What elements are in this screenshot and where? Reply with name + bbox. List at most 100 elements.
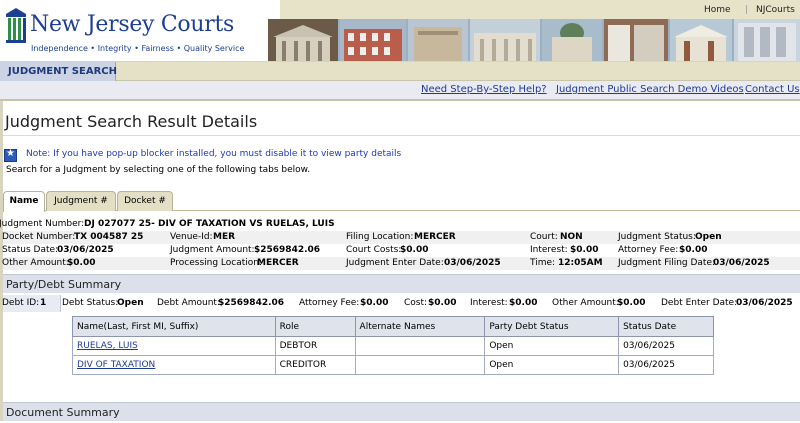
- field-label: Court Costs:: [346, 245, 402, 255]
- alternate-names-cell: [354, 336, 486, 356]
- field-value: 03/06/2025: [736, 298, 793, 308]
- alternate-names-cell: [354, 355, 486, 375]
- field-value: Open: [117, 298, 144, 308]
- field-value: $0.00: [400, 245, 429, 255]
- column-header: Name(Last, First MI, Suffix): [72, 316, 276, 337]
- search-tabs: Name Judgment # Docket #: [3, 191, 800, 212]
- field-label: Interest:: [530, 245, 568, 255]
- field-value: $0.00: [679, 245, 708, 255]
- table-row: RUELAS, LUIS DEBTOR Open 03/06/2025: [72, 336, 714, 356]
- info-star-icon: [4, 148, 17, 162]
- party-table: Name(Last, First MI, Suffix) Role Altern…: [72, 316, 714, 375]
- field-value: MER: [213, 232, 236, 242]
- document-summary-header[interactable]: Document Summary: [3, 402, 800, 421]
- judgment-number-row: Judgment Number: DJ 027077 25- DIV OF TA…: [0, 218, 800, 231]
- field-label: Judgment Enter Date:: [346, 258, 444, 268]
- party-name-cell: DIV OF TAXATION: [72, 355, 276, 375]
- main-content: Judgment Search Result Details Note: If …: [0, 101, 800, 421]
- table-row: DIV OF TAXATION CREDITOR Open 03/06/2025: [72, 355, 714, 375]
- field-value: $0.00: [570, 245, 599, 255]
- field-value: 1: [40, 298, 47, 308]
- field-value: 12:05AM: [558, 258, 603, 268]
- demo-videos-link[interactable]: Judgment Public Search Demo Videos: [556, 84, 744, 95]
- party-name-cell: RUELAS, LUIS: [72, 336, 276, 356]
- field-label: Debt Enter Date:: [661, 298, 738, 308]
- tab-docket-number[interactable]: Docket #: [117, 191, 173, 211]
- column-header: Status Date: [618, 316, 714, 337]
- logo-title: New Jersey Courts: [30, 12, 234, 37]
- courthouse-photo-banner: [268, 19, 800, 61]
- judgment-search-tab[interactable]: JUDGMENT SEARCH: [0, 62, 117, 81]
- field-value: 03/06/2025: [713, 258, 770, 268]
- field-value: MERCER: [414, 232, 456, 242]
- field-value: $2569842.06: [218, 298, 285, 308]
- status-date-cell: 03/06/2025: [618, 336, 714, 356]
- logo-tagline: Independence • Integrity • Fairness • Qu…: [31, 44, 245, 53]
- field-label: Other Amount:: [2, 258, 69, 268]
- field-value: 03/06/2025: [57, 245, 114, 255]
- field-label: Attorney Fee:: [299, 298, 360, 308]
- field-value: $0.00: [509, 298, 538, 308]
- field-value: $0.00: [360, 298, 389, 308]
- title-divider: [3, 135, 800, 136]
- field-label: Attorney Fee:: [618, 245, 679, 255]
- tab-name[interactable]: Name: [3, 191, 45, 212]
- judgment-detail-row: Docket Number: TX 004587 25 Venue-Id: ME…: [2, 231, 800, 244]
- tab-judgment-number[interactable]: Judgment #: [46, 191, 116, 211]
- field-label: Filing Location:: [346, 232, 414, 242]
- party-debt-status-cell: Open: [484, 355, 620, 375]
- judgment-detail-row: Other Amount: $0.00 Processing Location:…: [2, 257, 800, 270]
- table-header-row: Name(Last, First MI, Suffix) Role Altern…: [72, 316, 714, 337]
- field-value: $0.00: [428, 298, 457, 308]
- field-label: Judgment Amount:: [170, 245, 255, 255]
- party-name-link[interactable]: RUELAS, LUIS: [77, 341, 138, 351]
- field-label: Debt Amount:: [157, 298, 220, 308]
- field-label: Judgment Number:: [0, 219, 85, 229]
- field-value: NON: [560, 232, 583, 242]
- field-label: Debt ID:: [2, 298, 40, 308]
- field-label: Other Amount:: [552, 298, 619, 308]
- column-header: Alternate Names: [354, 316, 486, 337]
- njcourts-link[interactable]: NJCourts: [756, 5, 795, 15]
- field-label: Docket Number:: [2, 232, 76, 242]
- top-links: Home | NJCourts: [280, 0, 800, 19]
- contact-us-link[interactable]: Contact Us: [745, 84, 800, 95]
- party-role-cell: DEBTOR: [274, 336, 356, 356]
- home-link[interactable]: Home: [704, 5, 731, 15]
- party-role-cell: CREDITOR: [274, 355, 356, 375]
- party-debt-summary-header[interactable]: Party/Debt Summary: [3, 274, 800, 293]
- step-by-step-help-link[interactable]: Need Step-By-Step Help?: [421, 84, 547, 95]
- field-label: Venue-Id:: [170, 232, 213, 242]
- site-header: New Jersey Courts Independence • Integri…: [0, 0, 800, 62]
- debt-summary-row: Debt ID: 1 Debt Status: Open Debt Amount…: [2, 295, 800, 312]
- field-value: TX 004587 25: [74, 232, 144, 242]
- field-label: Cost:: [404, 298, 428, 308]
- page-title: Judgment Search Result Details: [5, 112, 258, 131]
- search-instruction: Search for a Judgment by selecting one o…: [6, 165, 311, 175]
- field-value: $2569842.06: [254, 245, 321, 255]
- field-value: $0.00: [617, 298, 646, 308]
- party-debt-status-cell: Open: [484, 336, 620, 356]
- field-label: Debt Status:: [62, 298, 119, 308]
- top-links-divider: |: [745, 5, 749, 15]
- main-nav-bar: JUDGMENT SEARCH: [0, 62, 800, 81]
- field-label: Judgment Status:: [618, 232, 696, 242]
- field-value: $0.00: [67, 258, 96, 268]
- popup-blocker-note: Note: If you have pop-up blocker install…: [26, 149, 402, 159]
- field-value: MERCER: [257, 258, 299, 268]
- field-label: Judgment Filing Date:: [618, 258, 716, 268]
- field-value: DJ 027077 25- DIV OF TAXATION VS RUELAS,…: [84, 219, 335, 229]
- courthouse-column-icon: [6, 8, 26, 43]
- judgment-detail-row: Status Date: 03/06/2025 Judgment Amount:…: [2, 244, 800, 257]
- field-label: Status Date:: [2, 245, 59, 255]
- field-label: Interest:: [470, 298, 508, 308]
- column-header: Party Debt Status: [484, 316, 620, 337]
- field-value: Open: [695, 232, 722, 242]
- party-name-link[interactable]: DIV OF TAXATION: [77, 360, 155, 370]
- field-label: Court:: [530, 232, 558, 242]
- status-date-cell: 03/06/2025: [618, 355, 714, 375]
- nj-courts-logo[interactable]: New Jersey Courts Independence • Integri…: [4, 8, 244, 58]
- field-label: Processing Location:: [170, 258, 263, 268]
- column-header: Role: [274, 316, 356, 337]
- field-label: Time:: [530, 258, 556, 268]
